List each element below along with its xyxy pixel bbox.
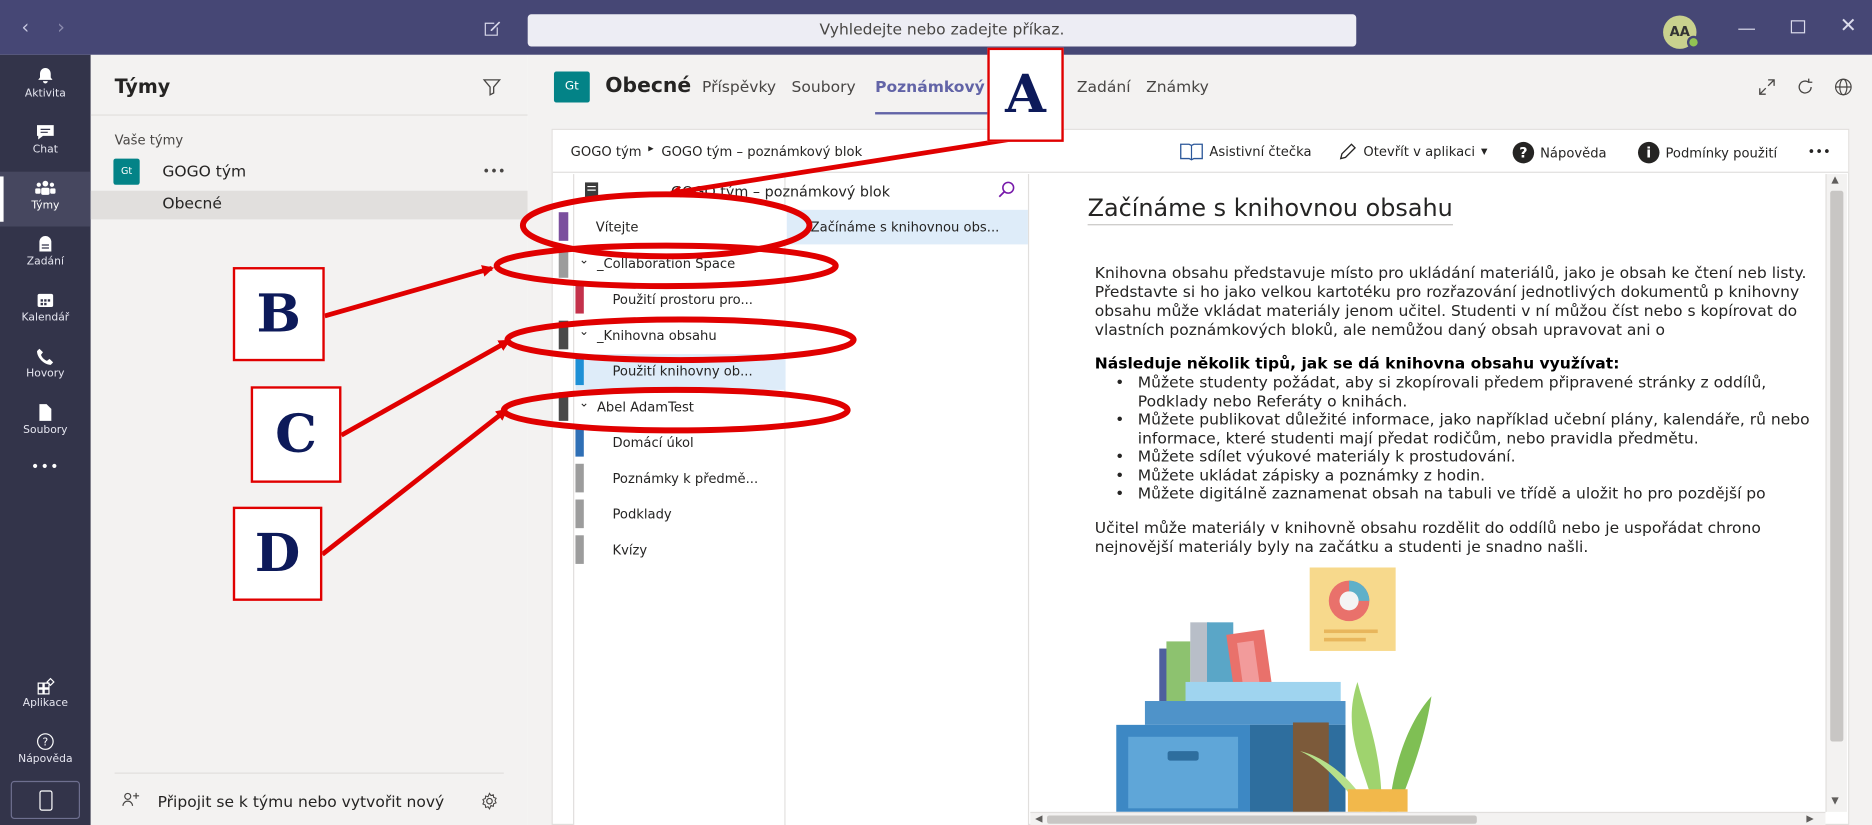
- annotation-label-b: B: [232, 267, 325, 362]
- highlight-ellipse-c: [504, 316, 857, 364]
- annotation-arrow-c: [340, 338, 511, 438]
- annotation-label-c: C: [250, 386, 342, 483]
- highlight-ellipse-d: [500, 386, 851, 434]
- annotation-label-a: A: [987, 47, 1064, 142]
- teams-window: ‹ › Vyhledejte nebo zadejte příkaz. AA ✕…: [0, 0, 1872, 825]
- annotation-label-d: D: [232, 506, 323, 601]
- annotation-arrow-a: [668, 134, 1025, 198]
- annotation-arrow-b: [324, 265, 495, 319]
- highlight-ellipse-b: [493, 242, 839, 290]
